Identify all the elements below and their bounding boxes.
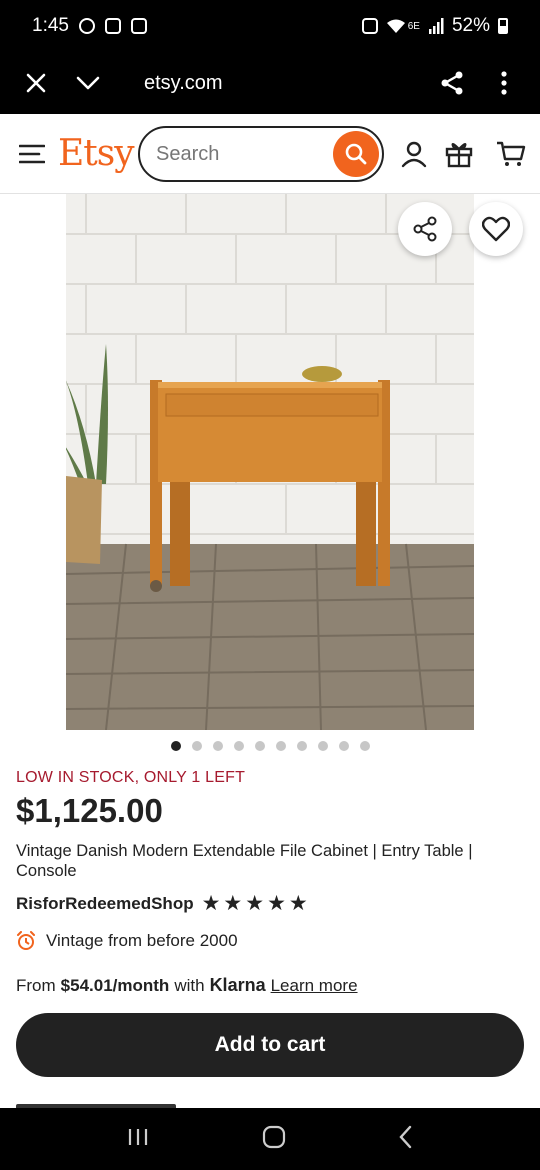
- share-icon: [441, 71, 463, 95]
- hamburger-icon: [19, 144, 45, 163]
- etsy-logo[interactable]: Etsy: [58, 133, 135, 174]
- heart-icon: [482, 216, 510, 242]
- carousel-dot[interactable]: [296, 741, 307, 751]
- phone-notification-icon: [104, 18, 121, 34]
- klarna-prefix: From: [16, 976, 56, 995]
- chevron-down-icon: [76, 76, 100, 90]
- star-icon: ★: [267, 892, 286, 915]
- product-photo-illustration: [66, 194, 474, 730]
- star-icon: ★: [245, 892, 265, 915]
- recent-apps-button[interactable]: [126, 1127, 150, 1152]
- message-notification-icon: [130, 18, 147, 34]
- vintage-info: Vintage from before 2000: [16, 931, 238, 951]
- carousel-dot[interactable]: [359, 741, 370, 751]
- home-icon: [262, 1125, 286, 1148]
- carousel-dot[interactable]: [254, 741, 265, 751]
- network-type: 6E: [407, 20, 420, 32]
- search-bar: [138, 126, 384, 182]
- klarna-logo: Klarna: [209, 975, 266, 995]
- shop-rating[interactable]: ★ ★ ★ ★ ★: [202, 893, 308, 914]
- vintage-note: Vintage from before 2000: [46, 931, 238, 950]
- search-button[interactable]: [333, 131, 379, 177]
- carousel-dot[interactable]: [212, 741, 223, 751]
- share-listing-button[interactable]: [398, 202, 452, 256]
- app-notification-icon: [78, 18, 95, 34]
- alarm-clock-icon: [17, 931, 35, 950]
- user-icon: [401, 141, 427, 168]
- star-icon: ★: [288, 892, 308, 915]
- share-page-button[interactable]: [426, 57, 478, 109]
- menu-button[interactable]: [14, 136, 50, 172]
- klarna-financing: From $54.01/month with Klarna Learn more: [16, 975, 358, 996]
- account-button[interactable]: [392, 132, 436, 176]
- klarna-amount: $54.01/month: [60, 976, 170, 995]
- battery-icon: [498, 18, 508, 34]
- browser-toolbar: etsy.com: [0, 52, 540, 114]
- shop-row: RisforRedeemedShop ★ ★ ★ ★ ★: [16, 893, 308, 914]
- favorite-button[interactable]: [469, 202, 523, 256]
- status-time: 1:45: [32, 15, 69, 36]
- wifi-icon: [386, 19, 405, 33]
- back-button[interactable]: [398, 1125, 414, 1154]
- close-icon: [26, 73, 46, 93]
- carousel-dot[interactable]: [275, 741, 286, 751]
- carousel-dot[interactable]: [233, 741, 244, 751]
- gift-icon: [445, 142, 473, 168]
- gifts-button[interactable]: [437, 132, 481, 176]
- klarna-learn-more-link[interactable]: Learn more: [271, 976, 358, 996]
- battery-saver-icon: [361, 18, 378, 34]
- more-vertical-icon: [501, 71, 507, 95]
- product-price: $1,125.00: [16, 792, 163, 829]
- collapse-button[interactable]: [62, 57, 114, 109]
- browser-menu-button[interactable]: [478, 57, 530, 109]
- close-tab-button[interactable]: [10, 57, 62, 109]
- status-bar: 1:45 6E 52%: [0, 0, 540, 52]
- carousel-dot[interactable]: [191, 741, 202, 751]
- search-input[interactable]: [156, 142, 326, 166]
- stock-notice: LOW IN STOCK, ONLY 1 LEFT: [16, 769, 246, 786]
- star-icon: ★: [223, 892, 243, 915]
- image-carousel-indicator: [0, 741, 540, 751]
- cart-button[interactable]: [489, 132, 533, 176]
- recent-apps-icon: [128, 1128, 148, 1145]
- search-icon: [345, 143, 367, 165]
- back-icon: [399, 1125, 412, 1148]
- cart-icon: [497, 141, 526, 166]
- product-title: Vintage Danish Modern Extendable File Ca…: [16, 842, 473, 880]
- carousel-dot[interactable]: [317, 741, 328, 751]
- url-text[interactable]: etsy.com: [144, 72, 223, 95]
- site-header: Etsy: [0, 114, 540, 194]
- shop-name-link[interactable]: RisforRedeemedShop: [16, 894, 194, 914]
- battery-level: 52%: [451, 15, 490, 36]
- product-image[interactable]: [66, 194, 474, 730]
- carousel-dot[interactable]: [170, 741, 181, 751]
- klarna-with: with: [174, 976, 205, 995]
- system-navigation-bar: [0, 1108, 540, 1170]
- signal-icon: [428, 18, 444, 34]
- add-to-cart-button[interactable]: Add to cart: [16, 1013, 524, 1077]
- carousel-dot[interactable]: [338, 741, 349, 751]
- star-icon: ★: [201, 892, 221, 915]
- share-icon: [413, 216, 437, 242]
- home-button[interactable]: [262, 1125, 286, 1154]
